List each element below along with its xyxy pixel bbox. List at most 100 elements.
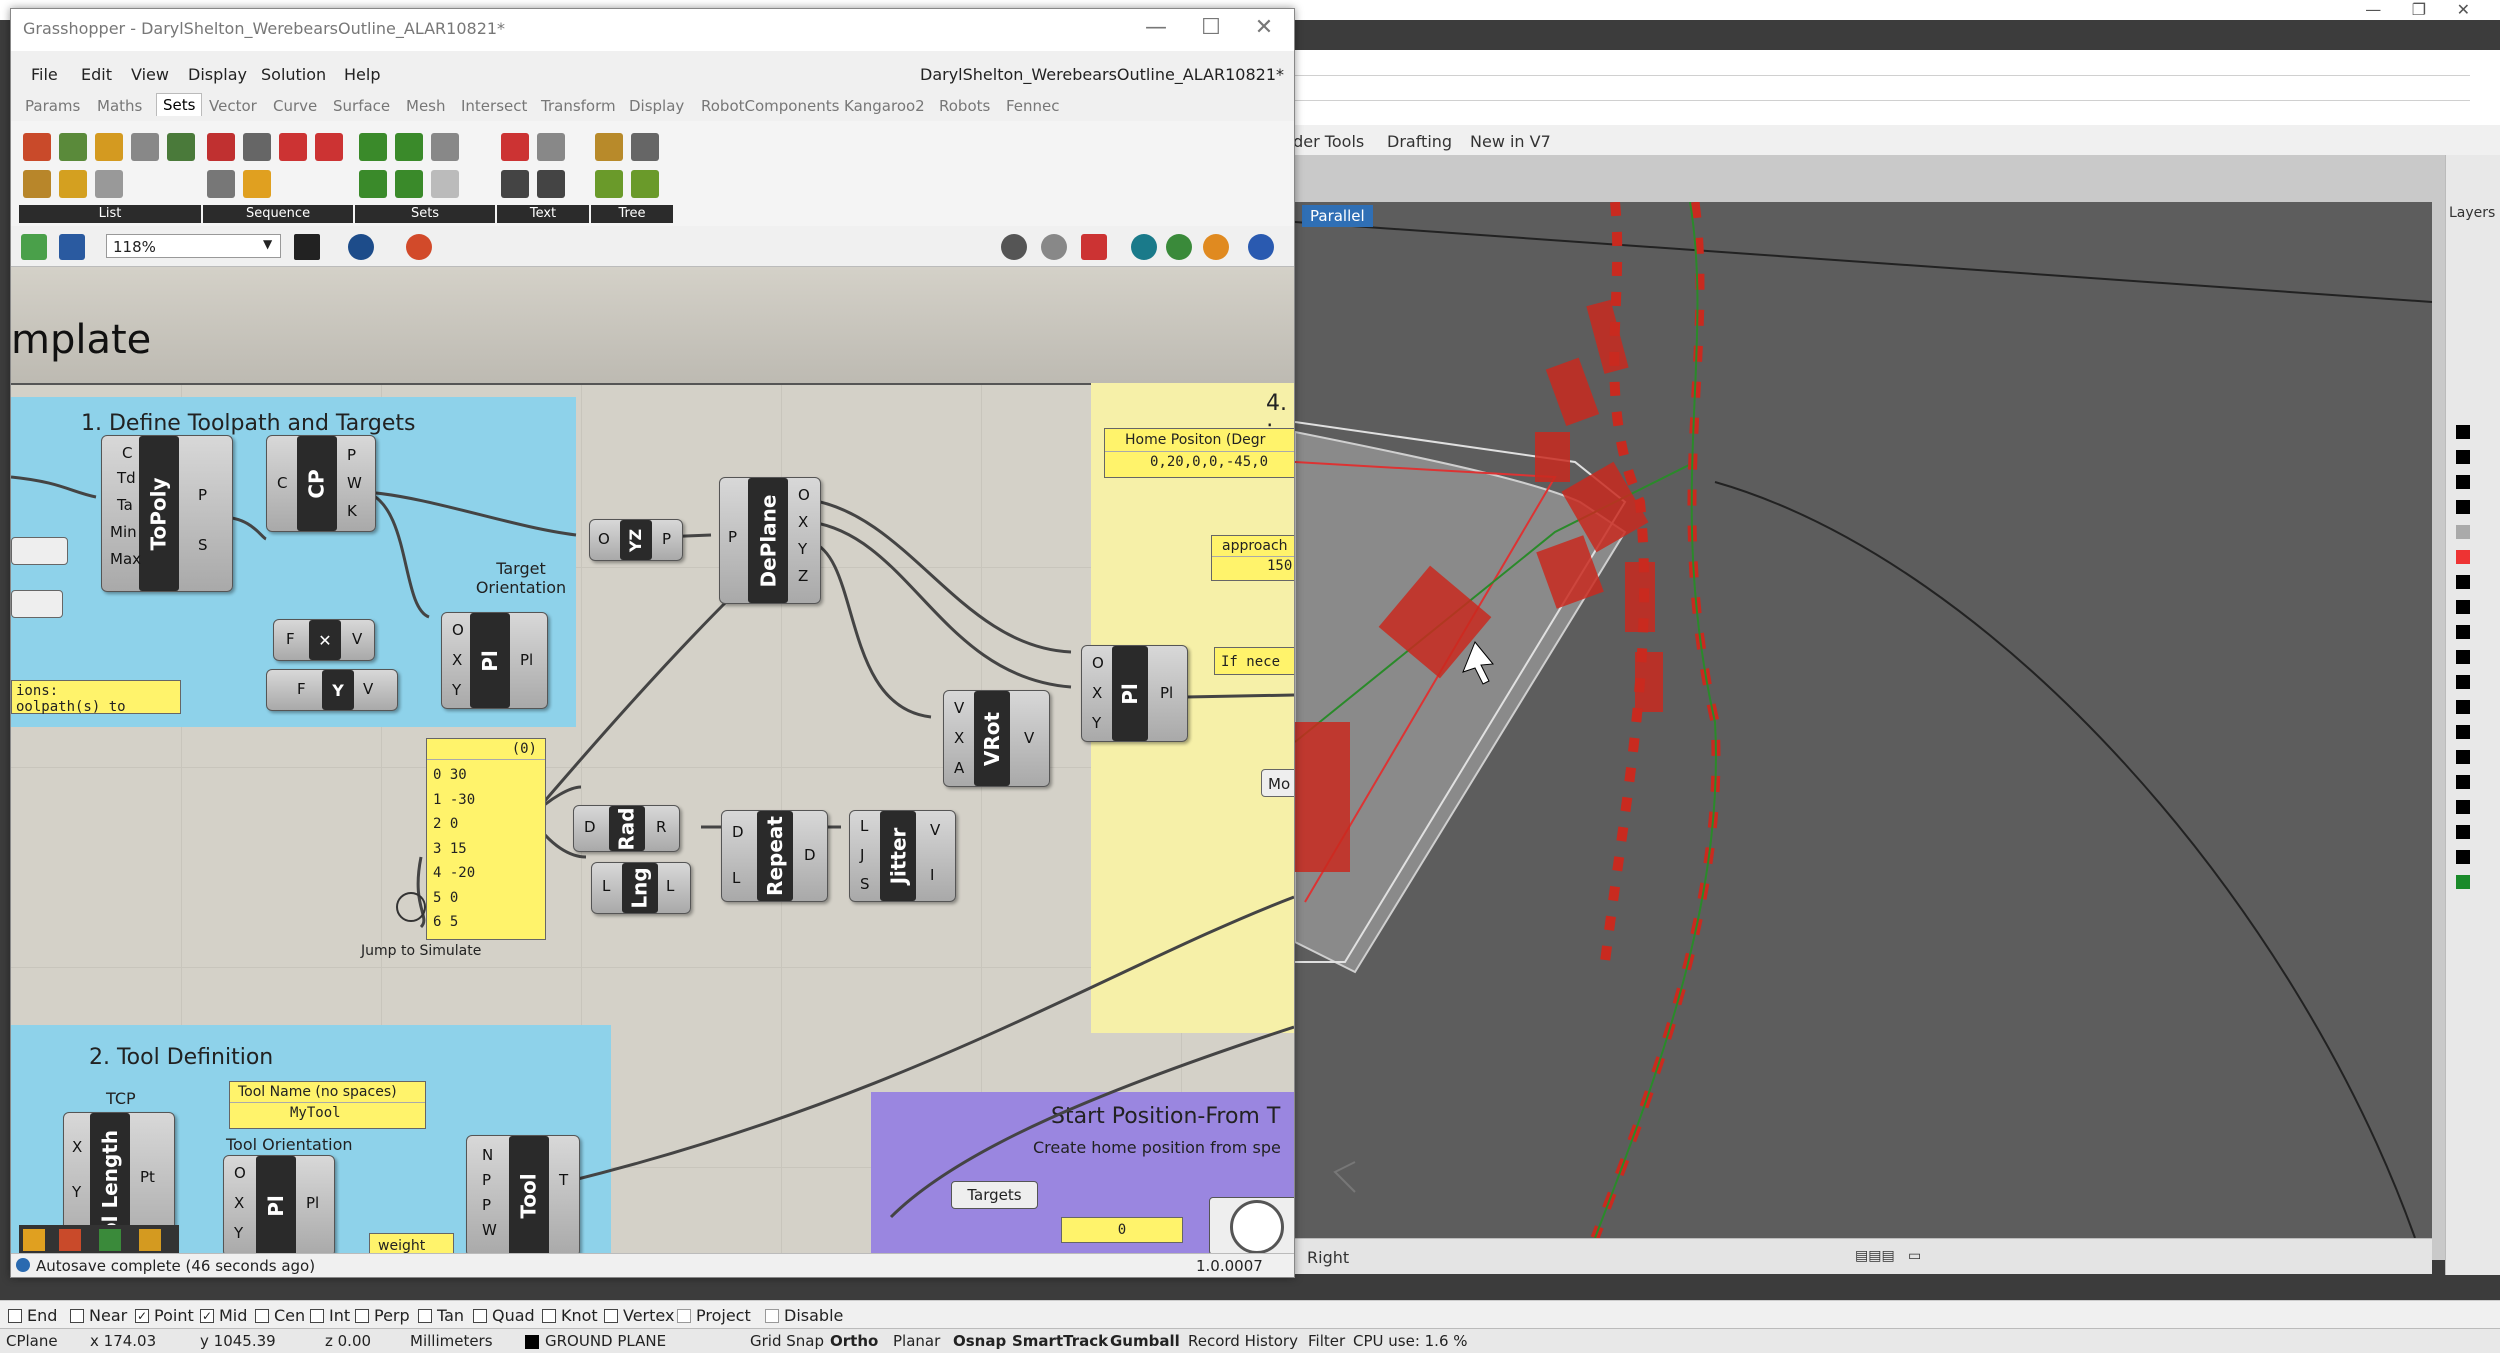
- osnap-project[interactable]: Project: [677, 1306, 751, 1325]
- osnap-end[interactable]: End: [8, 1306, 57, 1325]
- rhino-window-controls[interactable]: — ❐ ✕: [2365, 0, 2470, 19]
- tab-curve[interactable]: Curve: [273, 97, 317, 115]
- ribbon-label-sets[interactable]: Sets: [355, 205, 495, 223]
- ribbon-label-sequence[interactable]: Sequence: [203, 205, 353, 223]
- layer-swatch[interactable]: [2456, 875, 2470, 889]
- layer-swatch[interactable]: [2456, 500, 2470, 514]
- osnap-quad[interactable]: Quad: [473, 1306, 535, 1325]
- component-rad[interactable]: D Rad R: [573, 805, 680, 852]
- targets-param[interactable]: Targets: [951, 1181, 1038, 1209]
- sketch-icon[interactable]: [406, 234, 432, 260]
- list-panel[interactable]: (0) 0 30 1 -30 2 0 3 15 4 -20 5 0 6 5: [426, 738, 546, 940]
- move-component[interactable]: Mo: [1261, 769, 1294, 797]
- layer-swatch[interactable]: [2456, 475, 2470, 489]
- input-slider[interactable]: [11, 590, 63, 618]
- checkbox-checked-icon[interactable]: ✓: [200, 1308, 214, 1323]
- component-icon[interactable]: [501, 133, 529, 161]
- menu-help[interactable]: Help: [344, 65, 380, 84]
- menu-file[interactable]: File: [31, 65, 58, 84]
- osnap-cen[interactable]: Cen: [255, 1306, 305, 1325]
- menu-display[interactable]: Display: [188, 65, 247, 84]
- scroll-handle-icon[interactable]: ▤▤▤ ▭: [1855, 1248, 1921, 1264]
- open-file-icon[interactable]: [21, 234, 47, 260]
- input-slider[interactable]: [11, 537, 68, 565]
- approach-panel[interactable]: approach 150: [1211, 535, 1294, 581]
- status-osnap[interactable]: Osnap: [953, 1332, 1006, 1350]
- component-icon[interactable]: [537, 133, 565, 161]
- component-unit-x[interactable]: F ✕ V: [273, 619, 375, 661]
- component-icon[interactable]: [395, 133, 423, 161]
- osnap-mid[interactable]: ✓ Mid: [200, 1306, 247, 1325]
- widget-icon[interactable]: [59, 1229, 81, 1251]
- component-icon[interactable]: [501, 170, 529, 198]
- rhino-command-area[interactable]: [1275, 50, 2500, 126]
- tab-params[interactable]: Params: [25, 97, 80, 115]
- zero-panel[interactable]: 0: [1061, 1217, 1183, 1243]
- component-icon[interactable]: [23, 133, 51, 161]
- tab-vector[interactable]: Vector: [209, 97, 257, 115]
- component-icon[interactable]: [595, 170, 623, 198]
- status-layer[interactable]: GROUND PLANE: [545, 1332, 666, 1350]
- component-icon[interactable]: [95, 133, 123, 161]
- component-icon[interactable]: [431, 170, 459, 198]
- component-icon[interactable]: [95, 170, 123, 198]
- document-preview-icon[interactable]: [1203, 234, 1229, 260]
- osnap-perp[interactable]: Perp: [355, 1306, 410, 1325]
- component-plane-output[interactable]: Pl O X Y Pl: [1081, 645, 1188, 742]
- status-record-history[interactable]: Record History: [1188, 1332, 1298, 1350]
- checkbox-icon[interactable]: [310, 1308, 324, 1323]
- component-vrot[interactable]: VRot V X A V: [943, 690, 1050, 787]
- ribbon-label-list[interactable]: List: [19, 205, 201, 223]
- component-icon[interactable]: [359, 170, 387, 198]
- layer-swatch[interactable]: [2456, 650, 2470, 664]
- component-icon[interactable]: [537, 170, 565, 198]
- layer-swatch[interactable]: [2456, 825, 2470, 839]
- preview-mode-icon[interactable]: [1001, 234, 1027, 260]
- selected-preview-icon[interactable]: [1131, 234, 1157, 260]
- zoom-extents-icon[interactable]: [294, 234, 320, 260]
- tab-robots[interactable]: Robots: [939, 97, 990, 115]
- rhino-viewport[interactable]: [1295, 202, 2432, 1238]
- checkbox-icon[interactable]: [677, 1308, 691, 1323]
- osnap-vertex[interactable]: Vertex: [604, 1306, 674, 1325]
- component-jitter[interactable]: L J S Jitter V I: [849, 810, 956, 902]
- save-icon[interactable]: [59, 234, 85, 260]
- component-topoly[interactable]: ToPoly C Td Ta Min Max P S: [101, 435, 233, 592]
- layer-swatch[interactable]: [2456, 425, 2470, 439]
- component-plane-target[interactable]: Pl O X Y Pl: [441, 612, 548, 709]
- tab-sets[interactable]: Sets: [156, 93, 203, 116]
- widget-icon[interactable]: [99, 1229, 121, 1251]
- layer-swatch[interactable]: [2456, 800, 2470, 814]
- layer-swatch[interactable]: [2456, 550, 2470, 564]
- tab-mesh[interactable]: Mesh: [406, 97, 446, 115]
- layer-swatch[interactable]: [2456, 750, 2470, 764]
- layer-swatch[interactable]: [2456, 625, 2470, 639]
- close-icon[interactable]: ✕: [1249, 15, 1279, 40]
- checkbox-icon[interactable]: [473, 1308, 487, 1323]
- ribbon-label-tree[interactable]: Tree: [591, 205, 673, 223]
- chevron-down-icon[interactable]: ▼: [263, 237, 272, 251]
- component-icon[interactable]: [59, 170, 87, 198]
- component-icon[interactable]: [207, 133, 235, 161]
- rhino-tab-drafting[interactable]: Drafting: [1387, 132, 1452, 151]
- osnap-near[interactable]: Near: [70, 1306, 127, 1325]
- status-cplane[interactable]: CPlane: [6, 1332, 58, 1350]
- component-icon[interactable]: [23, 170, 51, 198]
- component-icon[interactable]: [631, 170, 659, 198]
- tab-surface[interactable]: Surface: [333, 97, 390, 115]
- component-icon[interactable]: [359, 133, 387, 161]
- checkbox-icon[interactable]: [8, 1308, 22, 1323]
- component-icon[interactable]: [279, 133, 307, 161]
- component-icon[interactable]: [207, 170, 235, 198]
- component-icon[interactable]: [315, 133, 343, 161]
- component-cp[interactable]: CP C P W K: [266, 435, 376, 532]
- maximize-icon[interactable]: ☐: [1196, 15, 1226, 40]
- tab-transform[interactable]: Transform: [541, 97, 616, 115]
- status-gumball[interactable]: Gumball: [1110, 1332, 1180, 1350]
- rhino-tab-render-tools[interactable]: nder Tools: [1283, 132, 1364, 151]
- if-needed-panel[interactable]: If nece: [1214, 647, 1294, 675]
- mesh-settings-icon[interactable]: [1166, 234, 1192, 260]
- component-icon[interactable]: [595, 133, 623, 161]
- checkbox-icon[interactable]: [355, 1308, 369, 1323]
- component-icon[interactable]: [243, 133, 271, 161]
